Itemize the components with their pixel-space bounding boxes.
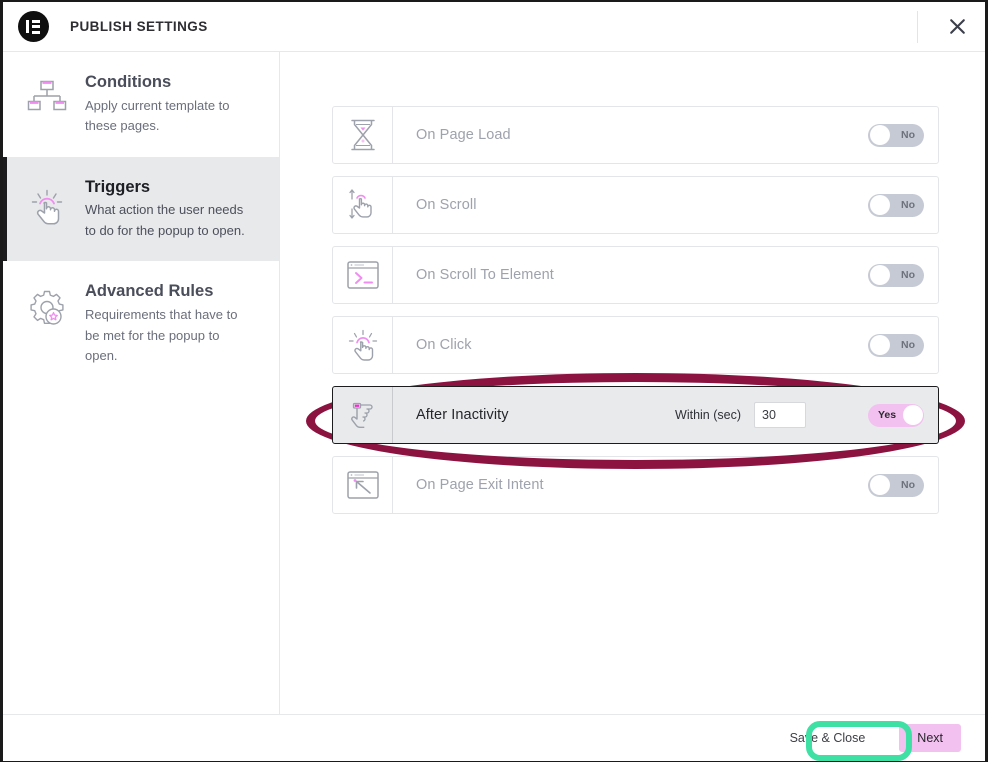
toggle-label: Yes: [878, 409, 897, 421]
toggle-on-click[interactable]: No: [868, 333, 924, 357]
trigger-row-on-page-load[interactable]: On Page Load No: [332, 106, 939, 164]
within-sec-input[interactable]: [754, 402, 806, 428]
trigger-controls: No: [868, 263, 924, 287]
trigger-label: On Page Load: [416, 127, 511, 143]
trigger-row-after-inactivity[interactable]: After Inactivity Within (sec) Yes: [332, 386, 939, 444]
sitemap-icon: [21, 72, 73, 120]
trigger-row-on-page-exit-intent[interactable]: On Page Exit Intent No: [332, 456, 939, 514]
trigger-controls: Within (sec) Yes: [675, 402, 924, 428]
browser-prompt-icon: [333, 247, 393, 303]
sidebar-item-title: Triggers: [85, 177, 151, 196]
modal-header: PUBLISH SETTINGS: [3, 2, 985, 52]
trigger-controls: No: [868, 193, 924, 217]
toggle-on-scroll-to-element[interactable]: No: [868, 263, 924, 287]
trigger-row-body: After Inactivity Within (sec) Yes: [393, 387, 938, 443]
toggle-knob: [869, 475, 890, 495]
within-sec-label: Within (sec): [675, 408, 741, 422]
toggle-label: No: [901, 129, 915, 141]
toggle-knob: [869, 265, 890, 285]
tap-hand-icon: [21, 177, 73, 227]
gear-star-icon: [21, 281, 73, 331]
toggle-knob: [869, 195, 890, 215]
sidebar-item-text: Advanced Rules Requirements that have to…: [85, 281, 257, 366]
trigger-row-body: On Page Exit Intent No: [393, 457, 938, 513]
publish-settings-modal: PUBLISH SETTINGS Conditions Apply curren…: [0, 0, 988, 762]
toggle-label: No: [901, 479, 915, 491]
trigger-row-body: On Scroll To Element No: [393, 247, 938, 303]
trigger-label: On Scroll To Element: [416, 267, 554, 283]
trigger-controls: No: [868, 473, 924, 497]
toggle-knob: [869, 335, 890, 355]
toggle-label: No: [901, 199, 915, 211]
trigger-label: On Scroll: [416, 197, 477, 213]
toggle-on-page-load[interactable]: No: [868, 123, 924, 147]
trigger-label: After Inactivity: [416, 407, 509, 423]
sidebar-item-triggers[interactable]: Triggers What action the user needs to d…: [3, 156, 279, 262]
header-right-group: [917, 2, 985, 51]
scroll-hand-icon: [333, 177, 393, 233]
trigger-row-body: On Click No: [393, 317, 938, 373]
idle-hand-icon: [333, 387, 393, 443]
trigger-row-body: On Scroll No: [393, 177, 938, 233]
toggle-knob: [902, 405, 923, 425]
trigger-row-body: On Page Load No: [393, 107, 938, 163]
trigger-row-on-scroll-to-element[interactable]: On Scroll To Element No: [332, 246, 939, 304]
page-title: PUBLISH SETTINGS: [70, 19, 208, 34]
sidebar-item-advanced-rules[interactable]: Advanced Rules Requirements that have to…: [3, 261, 279, 386]
sidebar: Conditions Apply current template to the…: [3, 52, 280, 714]
sidebar-item-desc: What action the user needs to do for the…: [85, 202, 245, 238]
toggle-label: No: [901, 269, 915, 281]
click-hand-icon: [333, 317, 393, 373]
close-icon[interactable]: [940, 10, 974, 44]
modal-footer: Save & Close Next: [3, 714, 985, 761]
sidebar-item-text: Conditions Apply current template to the…: [85, 72, 257, 137]
triggers-panel: On Page Load No On Scroll No On Scroll T…: [280, 52, 985, 714]
sidebar-item-title: Conditions: [85, 73, 172, 91]
save-and-close-button[interactable]: Save & Close: [775, 724, 880, 752]
sidebar-item-desc: Apply current template to these pages.: [85, 97, 230, 134]
sidebar-item-text: Triggers What action the user needs to d…: [85, 177, 257, 242]
toggle-label: No: [901, 339, 915, 351]
trigger-controls: No: [868, 123, 924, 147]
toggle-knob: [869, 125, 890, 145]
hourglass-icon: [333, 107, 393, 163]
sidebar-item-desc: Requirements that have to be met for the…: [85, 307, 238, 364]
toggle-on-page-exit-intent[interactable]: No: [868, 473, 924, 497]
trigger-controls: No: [868, 333, 924, 357]
next-button[interactable]: Next: [899, 724, 961, 752]
header-divider: [917, 10, 918, 43]
trigger-label: On Page Exit Intent: [416, 477, 544, 493]
elementor-logo-icon: [17, 11, 49, 43]
sidebar-item-conditions[interactable]: Conditions Apply current template to the…: [3, 52, 279, 157]
toggle-on-scroll[interactable]: No: [868, 193, 924, 217]
trigger-label: On Click: [416, 337, 472, 353]
exit-arrow-icon: [333, 457, 393, 513]
toggle-after-inactivity[interactable]: Yes: [868, 403, 924, 427]
trigger-row-on-scroll[interactable]: On Scroll No: [332, 176, 939, 234]
trigger-row-on-click[interactable]: On Click No: [332, 316, 939, 374]
sidebar-item-title: Advanced Rules: [85, 282, 214, 301]
